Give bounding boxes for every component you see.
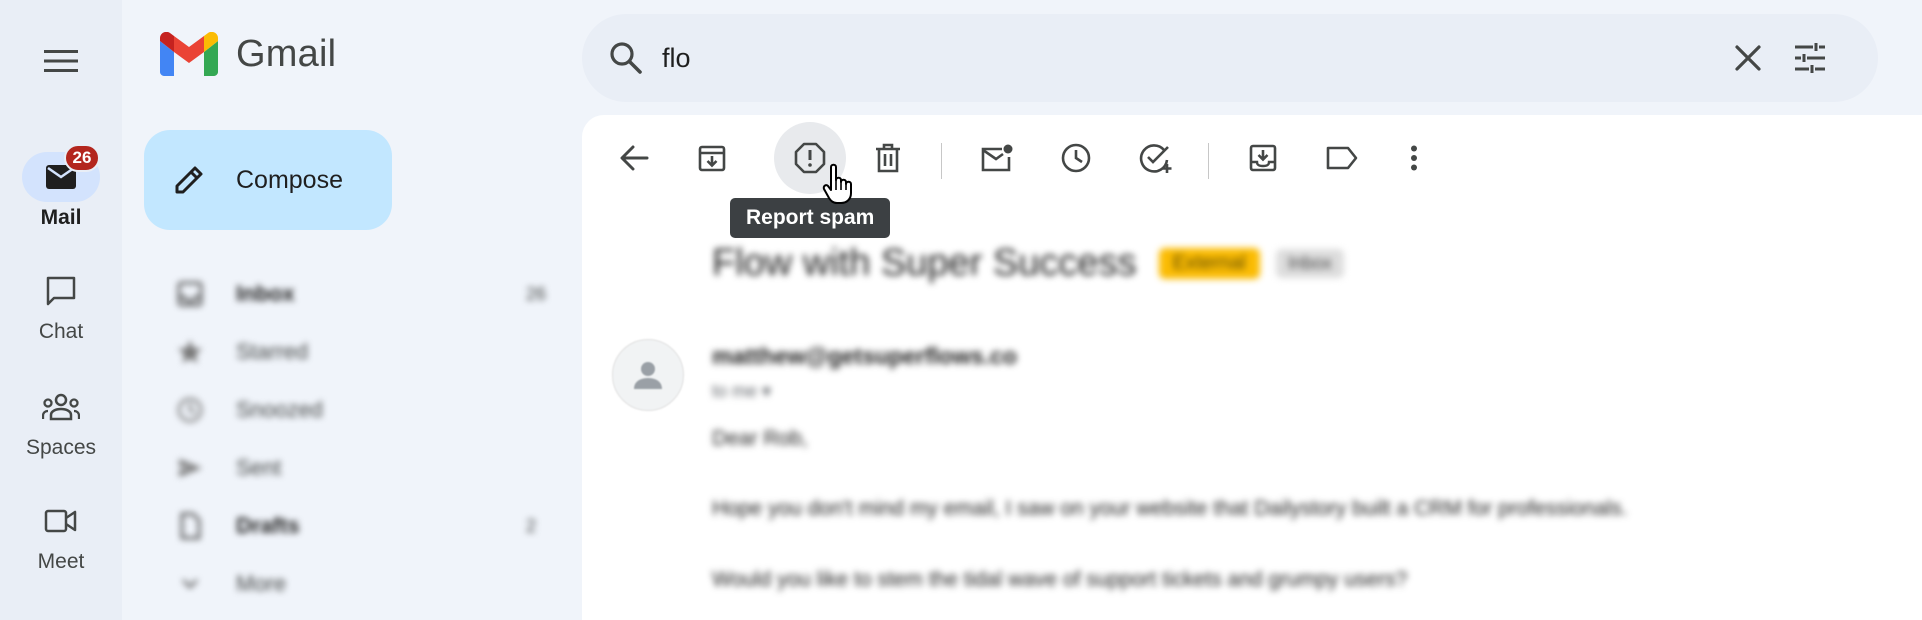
email-body-line: Dear Rob,	[712, 427, 808, 450]
external-label-chip[interactable]: External	[1158, 248, 1260, 279]
send-icon	[179, 459, 202, 477]
hamburger-menu-icon	[44, 50, 78, 72]
trash-icon	[876, 143, 900, 173]
chevron-down-icon	[182, 579, 198, 589]
spaces-icon	[42, 393, 80, 421]
sender-avatar[interactable]	[612, 339, 684, 411]
rail-item-label: Chat	[38, 320, 84, 343]
rail-item-spaces[interactable]: Spaces	[0, 382, 122, 460]
inbox-icon	[177, 281, 203, 307]
toolbar-divider	[941, 143, 942, 179]
folder-sent[interactable]: Sent	[160, 439, 560, 497]
clock-icon	[177, 397, 203, 423]
add-to-tasks-button[interactable]	[1120, 122, 1192, 194]
folder-count: 26	[526, 283, 547, 304]
arrow-back-icon	[620, 145, 649, 171]
gmail-logo[interactable]: Gmail	[160, 32, 336, 76]
search-bar	[582, 14, 1878, 102]
tune-icon	[1795, 43, 1825, 73]
folder-inbox[interactable]: Inbox 26	[160, 265, 560, 323]
email-body-line: Hope you don't mind my email, I saw on y…	[712, 497, 1628, 520]
email-body-line: Would you like to stem the tidal wave of…	[712, 568, 1408, 591]
toolbar-divider	[1208, 143, 1209, 179]
email-view: Report spam Flow with Super Success Exte…	[582, 115, 1922, 620]
folder-name: Inbox	[236, 281, 295, 306]
folder-count: 2	[526, 515, 537, 536]
snooze-button[interactable]	[1040, 122, 1112, 194]
folder-drafts[interactable]: Drafts 2	[160, 497, 560, 555]
recipient-details[interactable]: to me ▾	[712, 381, 771, 402]
search-icon	[610, 42, 642, 74]
move-to-icon	[1249, 144, 1277, 172]
video-icon	[44, 509, 77, 533]
gmail-m-icon	[160, 32, 218, 76]
folder-snoozed[interactable]: Snoozed	[160, 381, 560, 439]
main-menu-button[interactable]	[38, 38, 84, 84]
email-subject-row: Flow with Super Success External Inbox	[712, 242, 1344, 285]
sender-email[interactable]: matthew@getsuperflows.co	[712, 343, 1017, 370]
delete-button[interactable]	[852, 122, 924, 194]
folder-name: Snoozed	[236, 397, 323, 422]
rail-item-label: Mail	[40, 206, 82, 229]
person-icon	[634, 362, 662, 389]
folder-more[interactable]: More	[160, 555, 560, 613]
more-vertical-icon	[1411, 145, 1417, 171]
move-to-button[interactable]	[1227, 122, 1299, 194]
search-options-button[interactable]	[1788, 36, 1832, 80]
folder-starred[interactable]: Starred	[160, 323, 560, 381]
clear-search-button[interactable]	[1726, 36, 1770, 80]
pencil-icon	[175, 166, 203, 194]
hand-pointer-cursor-icon	[822, 163, 852, 204]
folder-name: More	[236, 571, 287, 596]
folder-list: Inbox 26 Starred Snoozed Sent Drafts 2 M…	[160, 265, 560, 613]
app-name: Gmail	[236, 32, 337, 75]
recipient-text: to me	[712, 381, 758, 401]
folder-name: Drafts	[236, 513, 300, 538]
chat-icon	[46, 276, 76, 306]
archive-icon	[698, 145, 726, 172]
draft-icon	[180, 512, 201, 540]
clock-icon	[1061, 143, 1091, 173]
archive-button[interactable]	[676, 122, 748, 194]
compose-button[interactable]: Compose	[144, 130, 392, 230]
inbox-label-chip[interactable]: Inbox	[1275, 249, 1344, 278]
labels-button[interactable]	[1306, 122, 1378, 194]
rail-item-meet[interactable]: Meet	[0, 496, 122, 574]
close-icon	[1735, 45, 1761, 71]
rail-item-mail[interactable]: 26 Mail	[0, 144, 122, 230]
mark-unread-button[interactable]	[961, 122, 1033, 194]
rail-item-chat[interactable]: Chat	[0, 266, 122, 344]
back-button[interactable]	[598, 122, 670, 194]
unread-count-badge: 26	[64, 144, 100, 172]
email-subject: Flow with Super Success	[712, 242, 1137, 284]
search-button[interactable]	[604, 36, 648, 80]
rail-item-label: Meet	[37, 550, 85, 573]
label-icon	[1326, 146, 1358, 170]
search-input[interactable]	[662, 34, 1662, 82]
rail-item-label: Spaces	[25, 436, 97, 459]
star-icon	[178, 340, 202, 363]
navigation-rail: 26 Mail Chat Spaces Meet	[0, 0, 122, 620]
report-spam-tooltip: Report spam	[730, 198, 891, 238]
compose-label: Compose	[236, 165, 343, 194]
add-task-icon	[1139, 144, 1172, 173]
folder-name: Starred	[236, 339, 309, 364]
mark-unread-icon	[981, 144, 1013, 172]
folder-name: Sent	[236, 455, 282, 480]
more-options-button[interactable]	[1378, 122, 1450, 194]
